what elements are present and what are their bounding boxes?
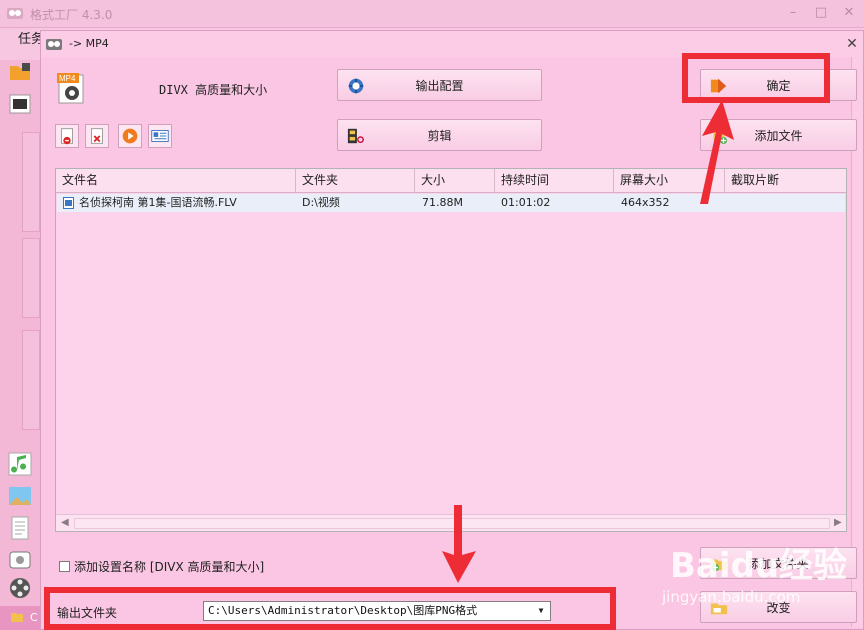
watermark-brand: Baidu经验 [670, 546, 848, 586]
file-icon [63, 197, 74, 209]
music-category-icon[interactable] [8, 452, 32, 476]
add-setting-name-checkbox[interactable] [59, 561, 70, 572]
column-size[interactable]: 大小 [415, 169, 495, 192]
status-bar: C [0, 606, 40, 630]
column-duration[interactable]: 持续时间 [495, 169, 614, 192]
column-filename[interactable]: 文件名 [56, 169, 296, 192]
mp4-format-badge: MP4 [59, 74, 76, 83]
watermark-url: jingyan.baidu.com [662, 588, 801, 606]
edit-clip-button[interactable]: 剪辑 [337, 119, 542, 151]
column-clip[interactable]: 截取片断 [725, 169, 846, 192]
picture-category-icon[interactable] [8, 484, 32, 508]
minimize-button[interactable]: – [782, 4, 804, 22]
add-setting-name-option[interactable]: 添加设置名称 [DIVX 高质量和大小] [59, 558, 264, 575]
remove-icon[interactable] [55, 124, 79, 148]
delete-icon[interactable] [85, 124, 109, 148]
annotation-arrow-up [700, 100, 734, 204]
main-titlebar: 格式工厂 4.3.0 – □ ✕ [0, 0, 864, 28]
film-reel-icon[interactable] [8, 576, 32, 600]
sidebar-panel [22, 132, 40, 232]
mp4-format-icon: MP4 [57, 73, 84, 104]
dialog-close-button[interactable]: ✕ [843, 35, 861, 53]
dialog-title: -> MP4 [69, 37, 109, 50]
document-category-icon[interactable] [8, 516, 32, 540]
maximize-button[interactable]: □ [810, 4, 832, 22]
edit-clip-label: 剪辑 [427, 128, 452, 143]
close-button[interactable]: ✕ [838, 4, 860, 22]
status-text: C [30, 611, 38, 624]
annotation-arrow-down [442, 505, 476, 583]
info-card-icon[interactable] [148, 124, 172, 148]
cell-size: 71.88M [422, 196, 463, 209]
annotation-box-output [44, 587, 616, 630]
disc-category-icon[interactable] [8, 548, 32, 572]
video-category-icon[interactable] [8, 92, 32, 116]
scroll-right-icon[interactable]: ▶ [834, 517, 842, 528]
app-icon [46, 39, 62, 50]
add-setting-name-label: 添加设置名称 [DIVX 高质量和大小] [74, 560, 265, 574]
scroll-left-icon[interactable]: ◀ [61, 517, 69, 528]
main-window-title: 格式工厂 4.3.0 [30, 8, 113, 22]
main-sidebar [0, 60, 40, 630]
annotation-box-ok [682, 53, 830, 103]
cell-filename: 名侦探柯南 第1集-国语流畅.FLV [79, 196, 237, 209]
play-icon[interactable] [118, 124, 142, 148]
output-config-button[interactable]: 输出配置 [337, 69, 542, 101]
sidebar-panel [22, 330, 40, 430]
sidebar-panel [22, 238, 40, 318]
cell-screen-size: 464x352 [621, 196, 670, 209]
file-table[interactable]: 文件名 文件夹 大小 持续时间 屏幕大小 截取片断 名侦探柯南 第1集-国语流畅… [55, 168, 847, 532]
folder-icon [11, 613, 23, 622]
folder-icon[interactable] [8, 60, 32, 84]
cell-folder: D:\视频 [302, 196, 340, 209]
cell-duration: 01:01:02 [501, 196, 551, 209]
column-folder[interactable]: 文件夹 [296, 169, 415, 192]
app-icon [7, 8, 23, 19]
profile-label: DIVX 高质量和大小 [159, 83, 268, 97]
output-config-label: 输出配置 [415, 78, 464, 93]
